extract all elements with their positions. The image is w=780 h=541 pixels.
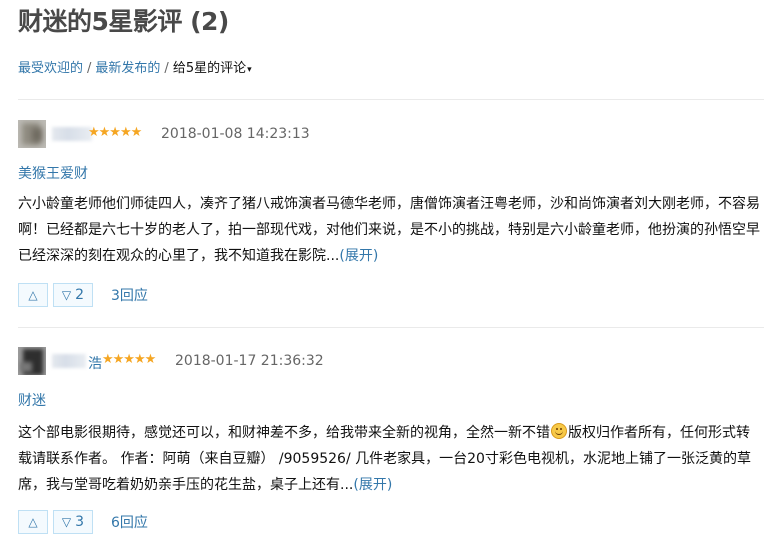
tab-separator: /: [164, 61, 169, 76]
username[interactable]: [52, 127, 92, 141]
expand-link[interactable]: (展开): [339, 248, 378, 264]
review-content: 六小龄童老师他们师徒四人，凑齐了猪八戒饰演者马德华老师，唐僧饰演者汪粤老师，沙和…: [18, 191, 762, 269]
tab-five-star-reviews[interactable]: 给5星的评论: [173, 61, 246, 76]
useful-button[interactable]: △: [18, 283, 48, 307]
divider: [18, 327, 764, 328]
up-triangle-icon: △: [28, 288, 38, 302]
useless-count: 2: [75, 287, 85, 303]
review-content: 这个部电影很期待，感觉还可以，和财神差不多，给我带来全新的视角，全然一新不错 版权…: [18, 420, 762, 498]
review-title[interactable]: 财迷: [18, 390, 46, 410]
rating-stars: ★★★★★: [88, 125, 142, 140]
review-header: 浩 ★★★★★ 2018-01-17 21:36:32: [18, 347, 764, 375]
down-triangle-icon: ▽: [61, 515, 72, 529]
up-triangle-icon: △: [28, 515, 38, 529]
avatar[interactable]: [18, 347, 46, 375]
page-title: 财迷的5星影评 (2): [18, 7, 229, 36]
review-time: 2018-01-08 14:23:13: [161, 126, 310, 142]
review-text: 这个部电影很期待，感觉还可以，和财神差不多，给我带来全新的视角，全然一新不错: [18, 425, 550, 441]
useless-button[interactable]: ▽ 3: [53, 510, 93, 534]
rating-stars: ★★★★★: [102, 352, 156, 367]
useless-count: 3: [75, 514, 85, 530]
tab-most-popular[interactable]: 最受欢迎的: [18, 61, 83, 76]
down-triangle-icon: ▽: [61, 288, 72, 302]
tab-latest[interactable]: 最新发布的: [95, 61, 160, 76]
reply-link[interactable]: 6回应: [111, 512, 148, 532]
expand-link[interactable]: (展开): [353, 477, 392, 493]
username-visible-char[interactable]: 浩: [88, 353, 102, 373]
review-sort-tabs: 最受欢迎的 / 最新发布的 / 给5星的评论▾: [18, 57, 252, 76]
review-time: 2018-01-17 21:36:32: [175, 353, 324, 369]
smiley-emoji-icon: [551, 423, 567, 439]
review-title[interactable]: 美猴王爱财: [18, 163, 88, 183]
useful-button[interactable]: △: [18, 510, 48, 534]
review-text: 六小龄童老师他们师徒四人，凑齐了猪八戒饰演者马德华老师，唐僧饰演者汪粤老师，沙和…: [18, 196, 760, 264]
review-header: ★★★★★ 2018-01-08 14:23:13: [18, 120, 764, 148]
username[interactable]: [52, 354, 86, 368]
divider: [18, 99, 764, 100]
reply-link[interactable]: 3回应: [111, 285, 148, 305]
avatar[interactable]: [18, 120, 46, 148]
tab-separator: /: [87, 61, 92, 76]
chevron-down-icon[interactable]: ▾: [247, 65, 252, 75]
useless-button[interactable]: ▽ 2: [53, 283, 93, 307]
